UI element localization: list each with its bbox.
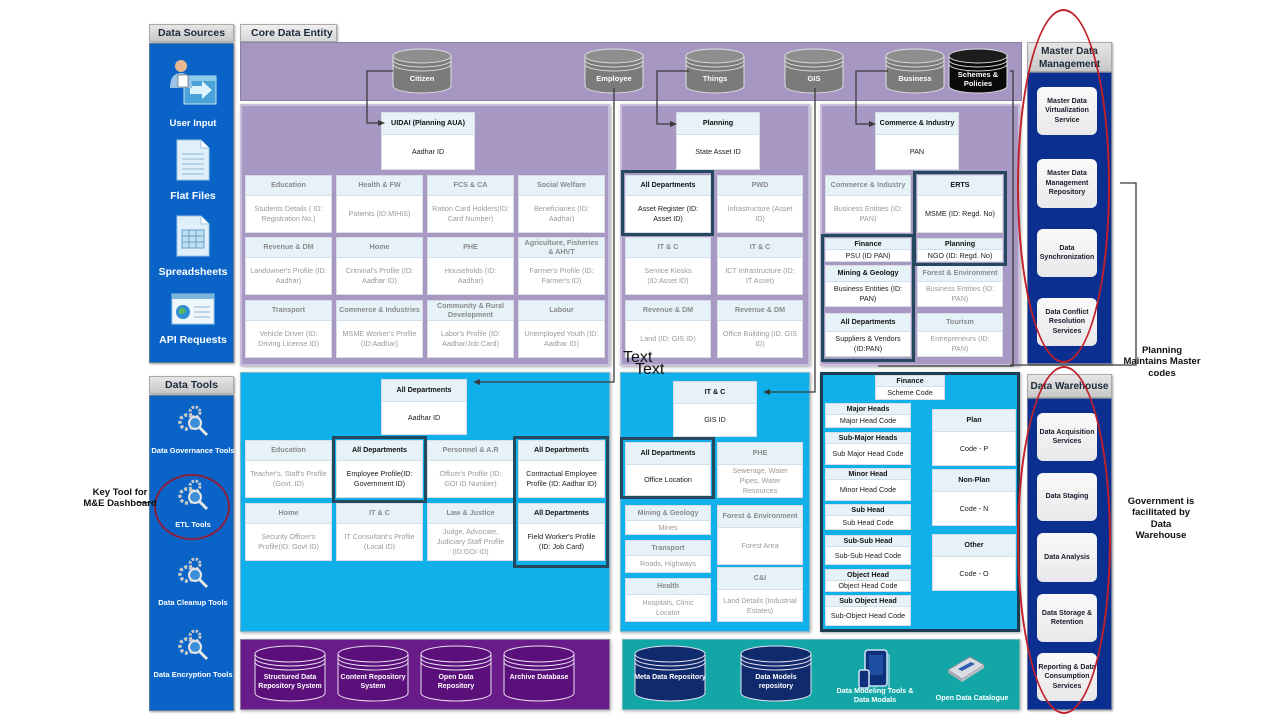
repository-database[interactable]: Open Data Repository xyxy=(420,645,492,703)
warehouse-note: Government is facilitated by Data Wareho… xyxy=(1127,496,1195,542)
data-modeling-label: Data Modeling Tools & Data Modals xyxy=(836,686,914,704)
business-connector xyxy=(855,70,888,125)
repository-database[interactable]: Structured Data Repository System xyxy=(254,645,326,703)
repository-database[interactable]: Meta Data Repository xyxy=(634,645,706,703)
things-connector xyxy=(656,70,689,125)
repository-database[interactable]: Data Models repository xyxy=(740,645,812,703)
data-catalogue-device-icon xyxy=(947,656,985,682)
repository-database[interactable]: Content Repository System xyxy=(337,645,409,703)
schemes-connector xyxy=(878,70,1014,367)
employee-connector xyxy=(480,88,615,383)
warehouse-highlight-ellipse xyxy=(1017,366,1111,714)
open-data-catalogue[interactable] xyxy=(944,654,988,682)
citizen-connector xyxy=(366,70,393,124)
mdm-note: Planning Maintains Master codes xyxy=(1123,345,1201,379)
repository-database[interactable]: Archive Database xyxy=(503,645,575,703)
repository-label: Structured Data Repository System xyxy=(258,674,322,690)
repository-label: Open Data Repository xyxy=(437,674,475,690)
open-data-catalogue-label: Open Data Catalogue xyxy=(935,693,1009,702)
repository-label: Data Models repository xyxy=(755,674,797,690)
mdm-highlight-ellipse xyxy=(1017,9,1110,363)
repository-label: Meta Data Repository xyxy=(634,674,706,681)
repository-label: Archive Database xyxy=(509,674,569,681)
repository-label: Content Repository System xyxy=(340,674,406,690)
gis-connector xyxy=(770,88,816,393)
